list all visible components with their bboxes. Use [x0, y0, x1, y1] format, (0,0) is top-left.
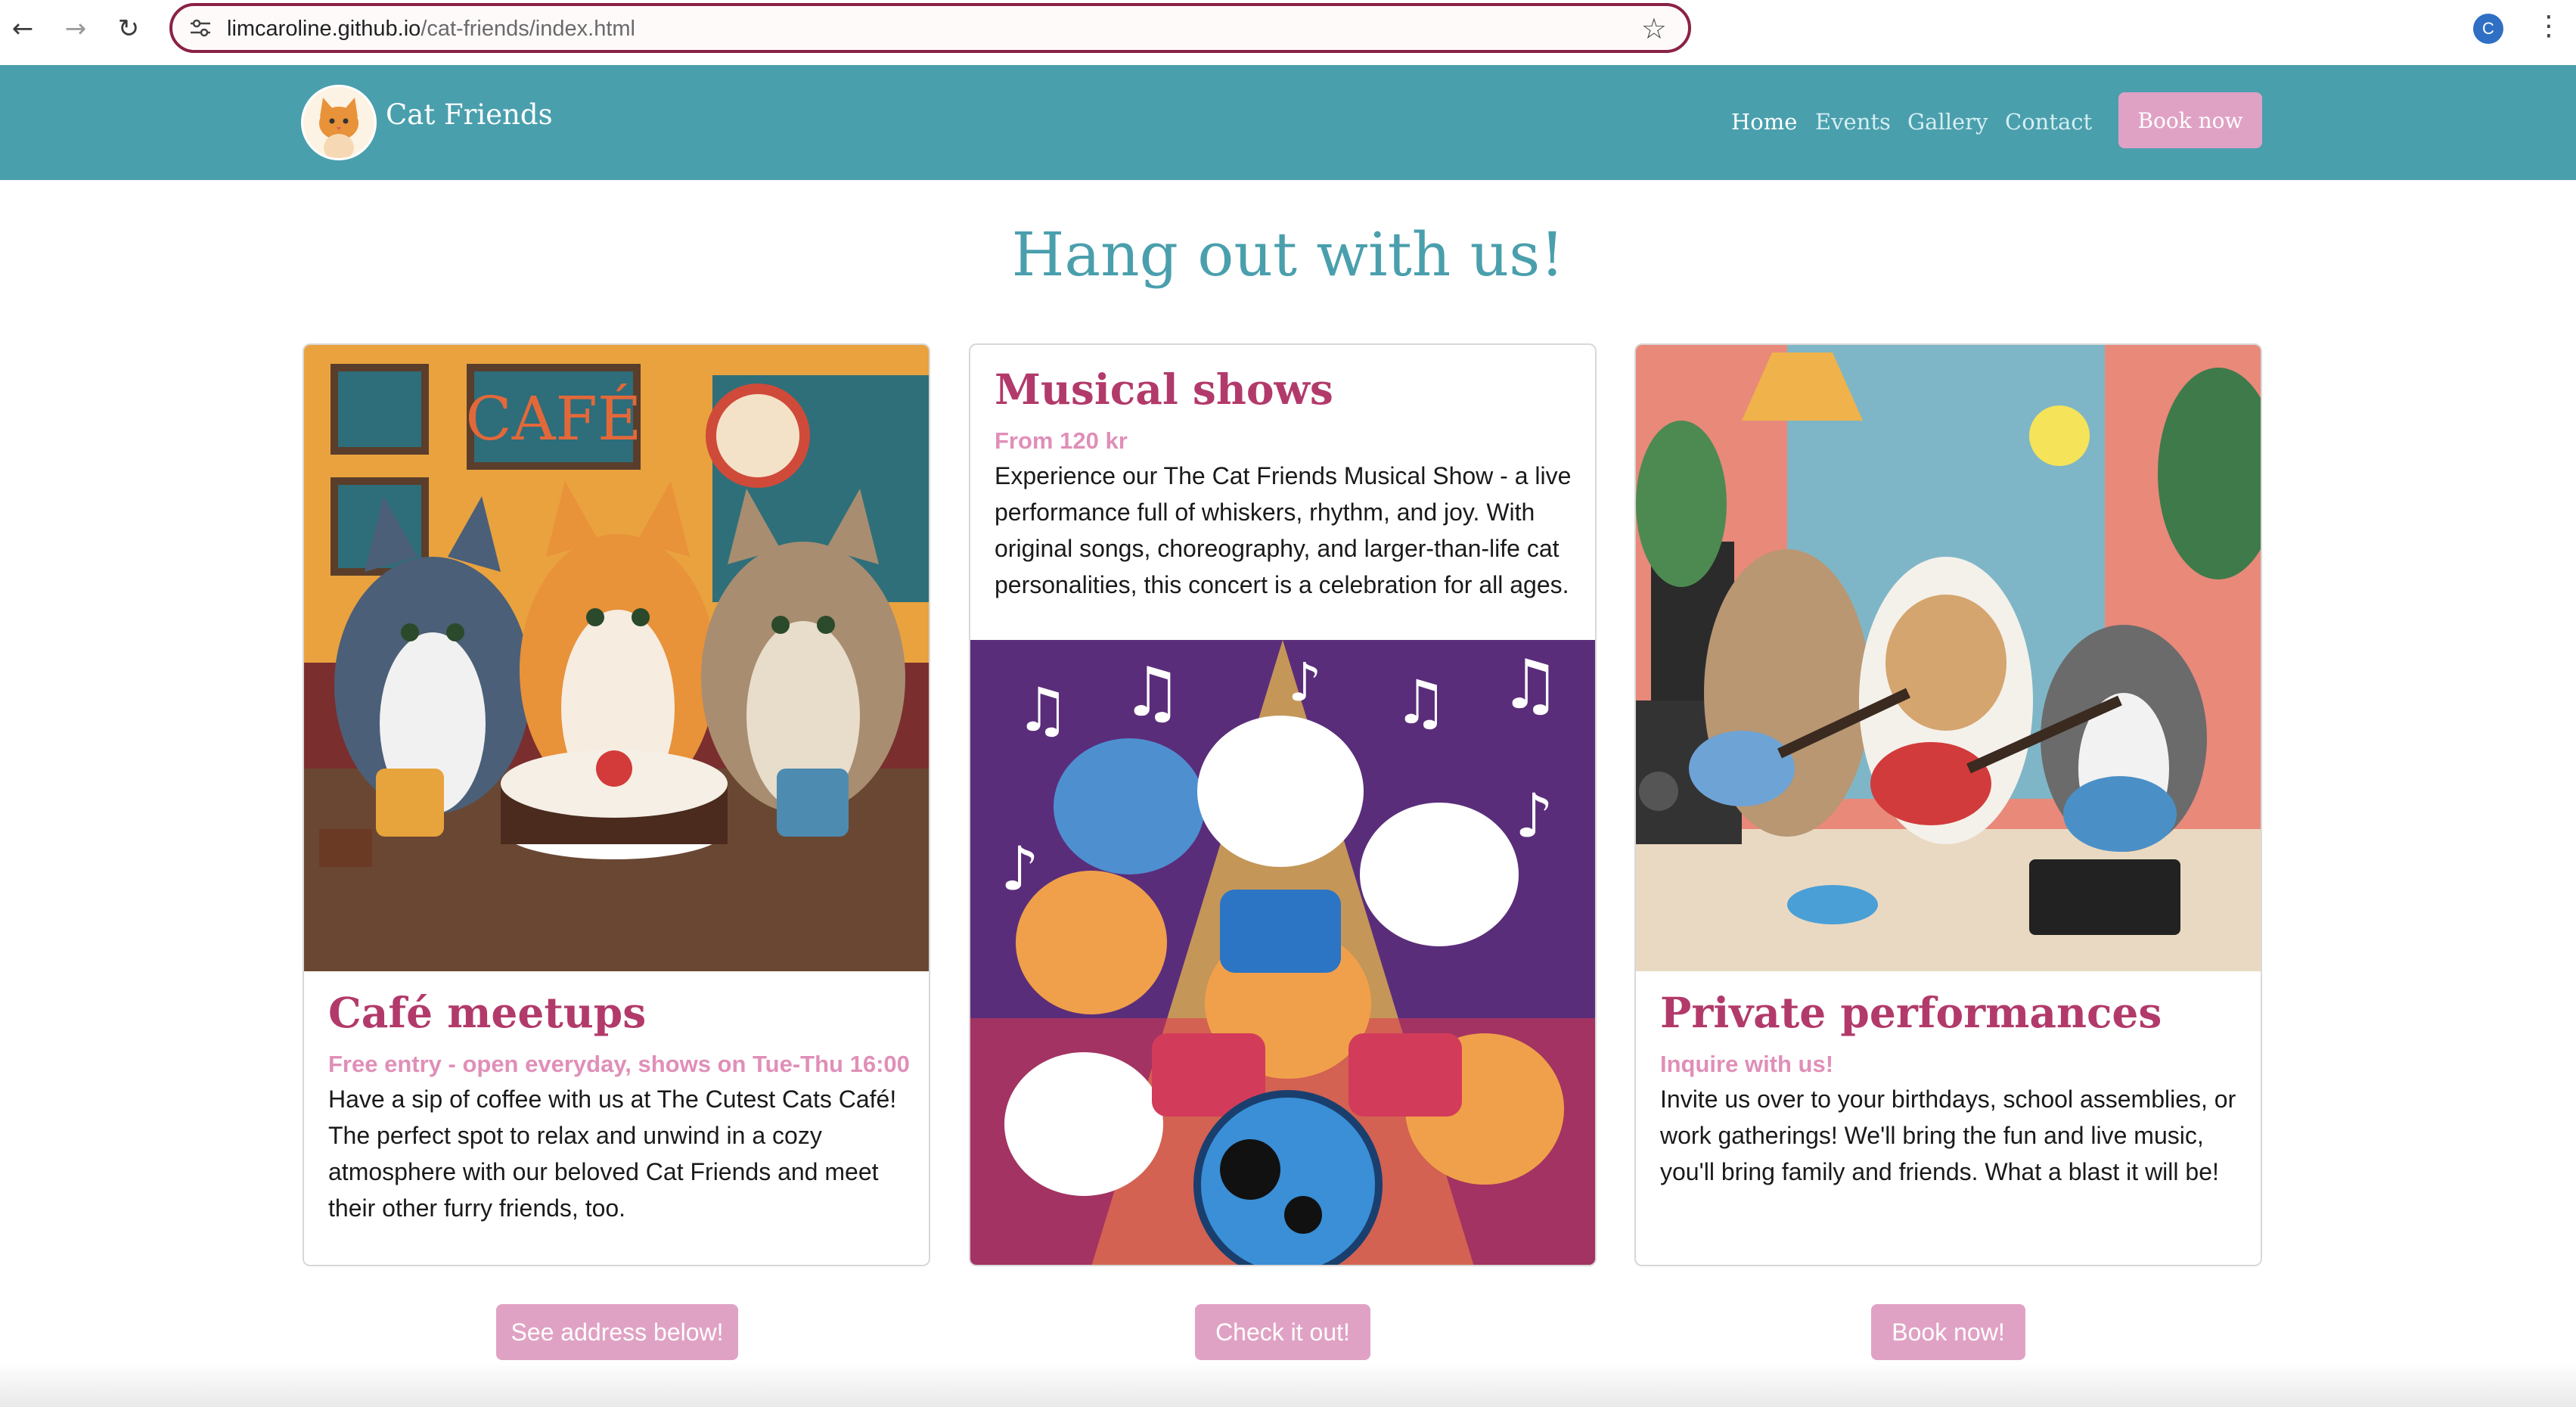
site-brand[interactable]: Cat Friends: [386, 98, 553, 131]
svg-text:♫: ♫: [1394, 667, 1448, 738]
cafe-cats-illustration: CAFÉ: [304, 345, 929, 971]
svg-text:♫: ♫: [1016, 675, 1070, 745]
cat-logo-icon[interactable]: [301, 85, 377, 160]
svg-text:♫: ♫: [1500, 645, 1561, 725]
svg-text:♪: ♪: [1515, 781, 1553, 851]
card-body: Café meetups Free entry - open everyday,…: [328, 988, 910, 1226]
card-description: Experience our The Cat Friends Musical S…: [995, 462, 1572, 598]
nav-home[interactable]: Home: [1731, 109, 1797, 135]
page-headline: Hang out with us!: [1011, 219, 1565, 290]
browser-toolbar: ← → ↻ limcaroline.github.io/cat-friends/…: [0, 0, 2576, 65]
url-path: /cat-friends/index.html: [421, 17, 635, 41]
card-subtitle: Free entry - open everyday, shows on Tue…: [328, 1051, 910, 1077]
nav-contact[interactable]: Contact: [2005, 109, 2092, 135]
back-arrow-icon[interactable]: ←: [8, 14, 38, 44]
book-now-button[interactable]: Book now: [2118, 92, 2262, 148]
site-header: Cat Friends Home Events Gallery Contact …: [0, 65, 2576, 180]
book-now-card-button[interactable]: Book now!: [1871, 1304, 2025, 1360]
address-bar[interactable]: limcaroline.github.io/cat-friends/index.…: [169, 3, 1691, 53]
card-title: Private performances: [1660, 988, 2162, 1037]
nav-gallery[interactable]: Gallery: [1907, 109, 1988, 135]
nav-events[interactable]: Events: [1815, 109, 1891, 135]
page-bottom-shadow: [0, 1362, 2576, 1407]
card-description: Have a sip of coffee with us at The Cute…: [328, 1086, 897, 1222]
svg-text:♫: ♫: [1122, 653, 1183, 732]
card-title: Musical shows: [995, 365, 1333, 414]
card-description: Invite us over to your birthdays, school…: [1660, 1086, 2236, 1185]
url-host: limcaroline.github.io: [227, 17, 421, 41]
svg-text:♪: ♪: [1288, 651, 1322, 713]
reload-icon[interactable]: ↻: [113, 14, 144, 44]
svg-text:CAFÉ: CAFÉ: [466, 383, 642, 454]
cat-guitarists-illustration: [1636, 345, 2261, 971]
card-subtitle: Inquire with us!: [1660, 1051, 1834, 1077]
card-subtitle: From 120 kr: [995, 427, 1128, 454]
card-body: Musical shows From 120 kr Experience our…: [995, 365, 1574, 603]
url-text[interactable]: limcaroline.github.io/cat-friends/index.…: [227, 17, 635, 42]
card-private-performances: Private performances Inquire with us! In…: [1634, 343, 2262, 1266]
forward-arrow-icon[interactable]: →: [61, 14, 91, 44]
card-body: Private performances Inquire with us! In…: [1660, 988, 2239, 1190]
profile-avatar[interactable]: C: [2473, 14, 2503, 44]
card-title: Café meetups: [328, 988, 647, 1037]
browser-menu-icon[interactable]: ⋮: [2535, 11, 2562, 42]
svg-text:♪: ♪: [1001, 834, 1039, 904]
check-it-out-button[interactable]: Check it out!: [1195, 1304, 1370, 1360]
bookmark-star-icon[interactable]: ☆: [1641, 12, 1667, 45]
cat-band-illustration: ♫ ♫ ♪ ♫ ♫ ♪ ♪: [970, 640, 1595, 1265]
see-address-button[interactable]: See address below!: [496, 1304, 738, 1360]
site-settings-icon[interactable]: [189, 18, 212, 38]
card-cafe-meetups: CAFÉ Café meetups Free entry - open ever…: [303, 343, 930, 1266]
card-musical-shows: Musical shows From 120 kr Experience our…: [969, 343, 1597, 1266]
